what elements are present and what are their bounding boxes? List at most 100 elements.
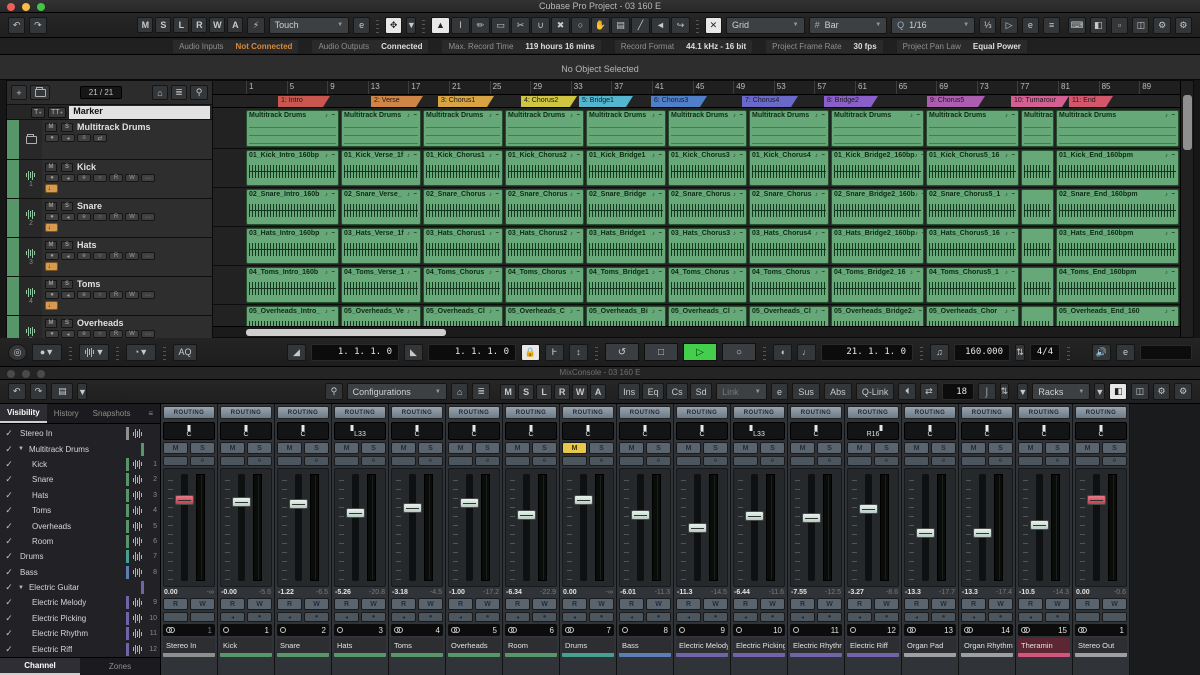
punch-out-icon[interactable]: ◣ bbox=[404, 344, 423, 361]
level-display-field[interactable] bbox=[1140, 345, 1192, 360]
mc-configurations-select[interactable]: Configurations▼ bbox=[347, 383, 447, 400]
fader-cap[interactable] bbox=[688, 523, 707, 533]
monitor-button[interactable]: ◂ bbox=[505, 612, 530, 622]
mc-more-dropdown-icon[interactable]: ▼ bbox=[1017, 383, 1028, 400]
write-automation-button[interactable]: W bbox=[190, 598, 215, 610]
fader-cap[interactable] bbox=[745, 511, 764, 521]
marker-flag[interactable]: 11: End bbox=[1069, 96, 1113, 107]
preroll-icon[interactable]: ◖ bbox=[773, 344, 792, 361]
freeze-icon[interactable]: ○ bbox=[93, 213, 107, 221]
audio-event[interactable]: 03_Hats_Chorus4♪ ~ bbox=[749, 228, 829, 264]
marker-flag[interactable]: 2: Verse bbox=[371, 96, 423, 107]
pan-control[interactable]: C bbox=[1075, 422, 1127, 440]
range-select-tool-icon[interactable]: I bbox=[451, 17, 470, 34]
record-enable-button[interactable]: ● bbox=[532, 612, 557, 622]
read-automation-button[interactable]: R bbox=[676, 598, 701, 610]
add-track-icon[interactable]: + bbox=[11, 85, 27, 100]
audio-event[interactable]: 04_Toms_Chorus♪ ~ bbox=[505, 267, 584, 303]
mc-automation-button-w[interactable]: W bbox=[572, 384, 588, 400]
fader-track[interactable] bbox=[865, 474, 872, 581]
record-enable-button[interactable]: ● bbox=[361, 612, 386, 622]
monitor-button[interactable]: ◂ bbox=[391, 612, 416, 622]
write-automation-button[interactable]: W bbox=[1045, 598, 1070, 610]
listen-button[interactable] bbox=[562, 456, 587, 466]
channel-solo-button[interactable]: S bbox=[304, 442, 329, 454]
edit-channel-button[interactable]: e bbox=[817, 456, 842, 466]
visible-check-icon[interactable]: ✓ bbox=[0, 428, 18, 439]
audio-event[interactable]: 03_Hats_Verse_1f♪ ~ bbox=[341, 228, 421, 264]
folder-part[interactable]: Multitrack Drums♪ ~ bbox=[246, 110, 339, 147]
routing-rack-button[interactable]: ROUTING bbox=[1018, 406, 1070, 419]
record-enable-button[interactable]: ● bbox=[646, 612, 671, 622]
write-automation-button[interactable]: W bbox=[874, 598, 899, 610]
fader-cap[interactable] bbox=[346, 508, 365, 518]
audio-event[interactable]: 05_Overheads_Cl♪ ~ bbox=[423, 306, 503, 326]
monitor-icon[interactable]: ◂ bbox=[61, 174, 75, 182]
channel-name[interactable]: Organ Pad bbox=[904, 638, 956, 653]
channel-solo-button[interactable]: S bbox=[475, 442, 500, 454]
record-enable-button[interactable]: ● bbox=[418, 612, 443, 622]
audio-event[interactable]: 02_Snare_Bridge2_160b♪ ~ bbox=[831, 189, 924, 225]
automation-edit-icon[interactable]: e bbox=[353, 17, 370, 34]
mc-setup-layout-icon[interactable]: ⚙ bbox=[1153, 383, 1171, 400]
record-enable-button[interactable]: ● bbox=[817, 612, 842, 622]
channel-mute-button[interactable]: M bbox=[904, 442, 929, 454]
audio-event[interactable]: 02_Snare_Chorus5_1♪ ~ bbox=[926, 189, 1019, 225]
read-automation-button[interactable]: R bbox=[334, 598, 359, 610]
vertical-scrollbar[interactable] bbox=[1180, 81, 1193, 337]
record-enable-icon[interactable]: ● bbox=[45, 291, 59, 299]
monitor-button[interactable]: ◂ bbox=[733, 612, 758, 622]
audio-event[interactable]: 01_Kick_Chorus5_16♪ ~ bbox=[926, 150, 1019, 186]
audio-event[interactable]: 05_Overheads_Ve♪ ~ bbox=[341, 306, 421, 326]
record-enable-button[interactable]: ● bbox=[1045, 612, 1070, 622]
monitor-button[interactable]: ◂ bbox=[448, 612, 473, 622]
marker-flag[interactable]: 4: Chorus2 bbox=[521, 96, 577, 107]
visibility-item[interactable]: ✓Room6 bbox=[0, 534, 160, 549]
listen-button[interactable] bbox=[277, 456, 302, 466]
mc-rack-button-cs[interactable]: Cs bbox=[666, 383, 688, 400]
visible-check-icon[interactable]: ✓ bbox=[0, 536, 18, 547]
channel-solo-button[interactable]: S bbox=[1102, 442, 1127, 454]
channel-solo-button[interactable]: S bbox=[1045, 442, 1070, 454]
mc-height-icon[interactable]: ⌡ bbox=[978, 383, 996, 400]
write-automation-button[interactable]: W bbox=[931, 598, 956, 610]
track-row[interactable]: 1MSKick●◂e○RW⋯♩ bbox=[7, 160, 212, 199]
channel-name[interactable]: Electric Riff bbox=[847, 638, 899, 653]
write-automation-button[interactable]: W bbox=[988, 598, 1013, 610]
visibility-item[interactable]: ✓Electric Picking10 bbox=[0, 611, 160, 626]
iterative-quantize-icon[interactable]: ▷ bbox=[1000, 17, 1017, 34]
fader-cap[interactable] bbox=[859, 504, 878, 514]
visibility-item[interactable]: ✓Stereo In bbox=[0, 426, 160, 441]
audio-event[interactable]: 02_Snare_Chorus♪ ~ bbox=[749, 189, 829, 225]
visibility-item[interactable]: ✓Hats3 bbox=[0, 488, 160, 503]
write-automation-button[interactable]: W bbox=[1102, 598, 1127, 610]
read-automation-icon[interactable]: R bbox=[109, 291, 123, 299]
channel-name[interactable]: Organ Rhythm bbox=[961, 638, 1013, 653]
track-row[interactable]: 4MSToms●◂e○RW⋯♩ bbox=[7, 277, 212, 316]
toolbar-setup-icon[interactable]: ⚙ bbox=[1175, 17, 1192, 34]
pan-control[interactable]: C bbox=[790, 422, 842, 440]
punch-in-icon[interactable]: ◢ bbox=[287, 344, 306, 361]
mc-suspend-button[interactable]: Sus bbox=[792, 383, 820, 400]
mc-window-left-icon[interactable]: ◧ bbox=[1109, 383, 1127, 400]
write-automation-button[interactable]: W bbox=[703, 598, 728, 610]
visibility-item[interactable]: ✓Overheads5 bbox=[0, 518, 160, 533]
channel-mute-button[interactable]: M bbox=[277, 442, 302, 454]
flatten-icon[interactable]: ≡ bbox=[1043, 17, 1060, 34]
fader-cap[interactable] bbox=[574, 495, 593, 505]
fader-cap[interactable] bbox=[289, 499, 308, 509]
marker-track-header[interactable]: T₊ TT₊ Marker bbox=[7, 105, 212, 120]
read-automation-icon[interactable]: R bbox=[109, 213, 123, 221]
edit-channel-icon[interactable]: e bbox=[77, 213, 91, 221]
marker-flag[interactable]: 10: Turnarour bbox=[1011, 96, 1069, 107]
track-mute-button[interactable]: M bbox=[45, 202, 57, 211]
visibility-item[interactable]: ✓Drums7 bbox=[0, 549, 160, 564]
visible-check-icon[interactable]: ✓ bbox=[0, 444, 18, 455]
monitor-button[interactable]: ◂ bbox=[334, 612, 359, 622]
listen-button[interactable] bbox=[1075, 456, 1100, 466]
read-automation-button[interactable]: R bbox=[505, 598, 530, 610]
audio-event[interactable]: 02_Snare_Chorus♪ ~ bbox=[423, 189, 503, 225]
routing-rack-button[interactable]: ROUTING bbox=[163, 406, 215, 419]
read-automation-button[interactable]: R bbox=[220, 598, 245, 610]
freeze-icon[interactable]: ○ bbox=[93, 252, 107, 260]
